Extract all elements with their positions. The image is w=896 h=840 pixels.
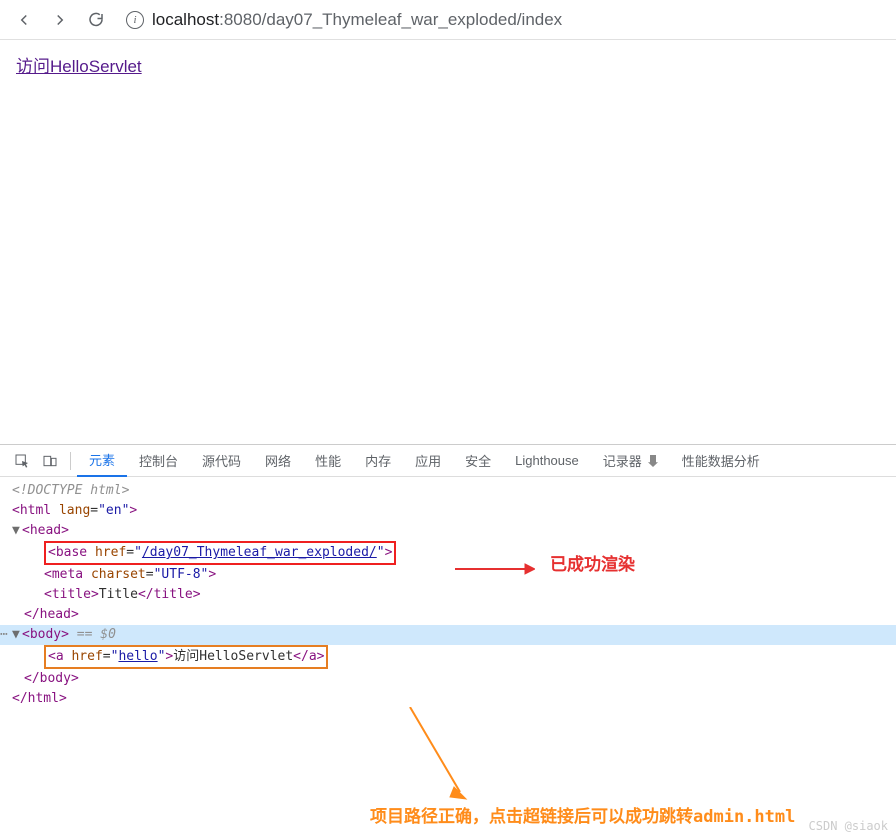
devtools-panel: 元素 控制台 源代码 网络 性能 内存 应用 安全 Lighthouse 记录器… [0,444,896,840]
code-head-close[interactable]: </head> [0,605,896,625]
hello-servlet-link[interactable]: 访问HelloServlet [16,57,142,76]
address-bar[interactable]: i localhost:8080/day07_Thymeleaf_war_exp… [126,5,888,35]
code-title[interactable]: <title>Title</title> [0,585,896,605]
code-body-open[interactable]: ⋯▼<body> == $0 [0,625,896,645]
site-info-icon[interactable]: i [126,11,144,29]
elements-panel[interactable]: <!DOCTYPE html> <html lang="en"> ▼<head>… [0,477,896,840]
arrow-red [455,559,535,579]
tab-perf-insights[interactable]: 性能数据分析 [670,445,772,477]
tab-memory[interactable]: 内存 [353,445,403,477]
tab-console[interactable]: 控制台 [127,445,190,477]
code-html-close[interactable]: </html> [0,689,896,709]
arrow-orange [400,707,480,807]
tab-security[interactable]: 安全 [453,445,503,477]
watermark: CSDN @siaok [809,816,888,836]
code-anchor[interactable]: <a href="hello">访问HelloServlet</a> [0,645,896,669]
devtools-tabs: 元素 控制台 源代码 网络 性能 内存 应用 安全 Lighthouse 记录器… [0,445,896,477]
forward-button[interactable] [44,4,76,36]
tab-sources[interactable]: 源代码 [190,445,253,477]
reload-button[interactable] [80,4,112,36]
device-toggle-icon[interactable] [36,453,64,469]
url-text: localhost:8080/day07_Thymeleaf_war_explo… [152,10,562,30]
tab-network[interactable]: 网络 [253,445,303,477]
code-doctype[interactable]: <!DOCTYPE html> [0,481,896,501]
browser-toolbar: i localhost:8080/day07_Thymeleaf_war_exp… [0,0,896,40]
code-meta[interactable]: <meta charset="UTF-8"> [0,565,896,585]
annotation-path-correct: 项目路径正确，点击超链接后可以成功跳转admin.html [370,807,795,827]
code-body-close[interactable]: </body> [0,669,896,689]
code-head-open[interactable]: ▼<head> [0,521,896,541]
tab-lighthouse[interactable]: Lighthouse [503,445,591,477]
tab-application[interactable]: 应用 [403,445,453,477]
tab-recorder[interactable]: 记录器 [591,445,670,477]
page-content: 访问HelloServlet [0,40,896,89]
code-html-open[interactable]: <html lang="en"> [0,501,896,521]
back-button[interactable] [8,4,40,36]
tab-performance[interactable]: 性能 [303,445,353,477]
tab-elements[interactable]: 元素 [77,445,127,477]
code-base[interactable]: <base href="/day07_Thymeleaf_war_explode… [0,541,896,565]
inspect-icon[interactable] [8,453,36,469]
